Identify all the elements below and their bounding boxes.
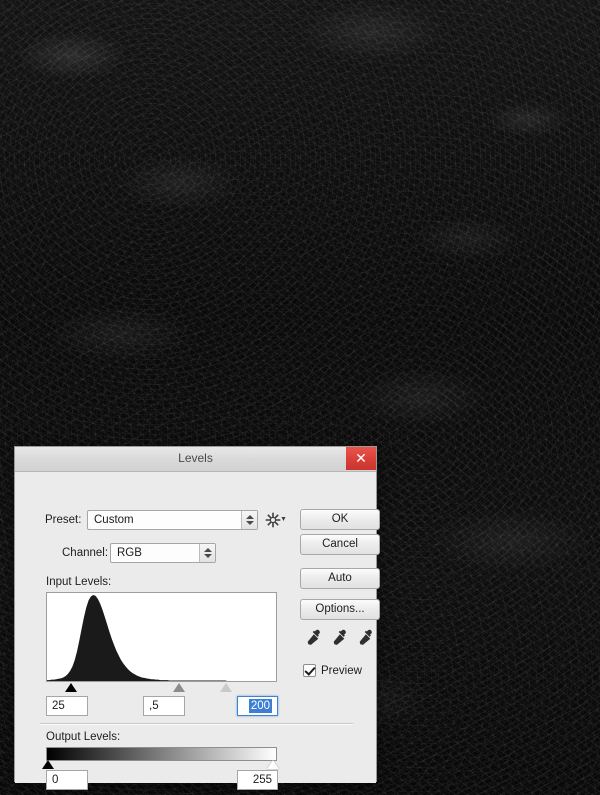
output-black-field[interactable]: 0	[46, 770, 88, 790]
levels-dialog: Levels ✕ Preset: Custom OK Cancel Auto O…	[14, 446, 380, 790]
output-levels-label: Output Levels:	[46, 731, 121, 743]
input-shadow-field[interactable]: 25	[46, 696, 88, 716]
output-white-handle[interactable]	[267, 760, 279, 769]
input-levels-slider[interactable]	[46, 683, 277, 695]
preset-select-value: Custom	[94, 514, 134, 526]
gear-icon[interactable]	[265, 512, 287, 533]
output-black-handle[interactable]	[42, 760, 54, 769]
histogram[interactable]	[46, 592, 277, 682]
input-highlight-value: 200	[248, 699, 272, 713]
ok-button[interactable]: OK	[300, 509, 380, 530]
channel-select-value: RGB	[117, 547, 142, 559]
dialog-title: Levels	[178, 451, 213, 465]
preset-label: Preset:	[45, 514, 82, 526]
preset-select[interactable]: Custom	[87, 510, 258, 530]
channel-select[interactable]: RGB	[110, 543, 216, 563]
preview-label: Preview	[321, 665, 362, 677]
auto-button[interactable]: Auto	[300, 568, 380, 589]
options-button[interactable]: Options...	[300, 599, 380, 620]
input-highlight-handle[interactable]	[220, 683, 232, 692]
channel-label: Channel:	[62, 547, 109, 559]
input-midtone-handle[interactable]	[173, 683, 185, 692]
input-highlight-field[interactable]: 200	[237, 696, 278, 716]
dialog-titlebar[interactable]: Levels ✕	[15, 447, 376, 472]
cancel-button[interactable]: Cancel	[300, 534, 380, 555]
output-levels-ramp	[46, 747, 277, 761]
input-shadow-handle[interactable]	[65, 683, 77, 692]
white-point-eyedropper[interactable]	[358, 629, 375, 653]
output-white-field[interactable]: 255	[237, 770, 278, 790]
screen: Levels ✕ Preset: Custom OK Cancel Auto O…	[0, 0, 600, 795]
input-levels-label: Input Levels:	[46, 576, 112, 588]
histogram-plot	[47, 595, 276, 681]
section-divider	[40, 723, 353, 725]
preview-checkbox[interactable]	[303, 664, 316, 677]
close-icon[interactable]: ✕	[346, 447, 376, 470]
chevron-updown-icon	[241, 511, 257, 529]
chevron-updown-icon	[199, 544, 215, 562]
black-point-eyedropper[interactable]	[306, 629, 323, 653]
gray-point-eyedropper[interactable]	[332, 629, 349, 653]
dialog-body: Preset: Custom OK Cancel Auto Options...…	[15, 472, 380, 790]
input-midtone-field[interactable]: ,5	[143, 696, 185, 716]
